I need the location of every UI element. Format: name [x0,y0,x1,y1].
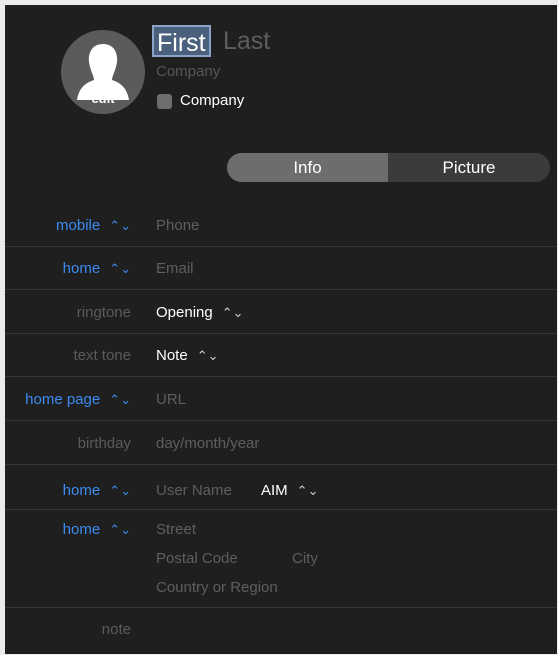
im-service-value: AIM [261,482,288,499]
divider [5,246,557,247]
city-field[interactable]: City [292,550,318,567]
ringtone-popup[interactable]: Opening ⌃⌄ [156,304,244,321]
tab-picture[interactable]: Picture [388,153,550,182]
text-tone-popup[interactable]: Note ⌃⌄ [156,347,218,364]
updown-chevron-icon: ⌃⌄ [109,522,131,537]
first-name-field[interactable]: First [152,25,211,57]
url-label: home page [25,391,101,408]
avatar-edit-label[interactable]: edit [61,91,145,106]
country-field[interactable]: Country or Region [156,579,278,596]
last-name-field[interactable]: Last [223,25,270,57]
avatar[interactable]: edit [61,30,145,114]
postal-code-field[interactable]: Postal Code [156,550,238,567]
ringtone-value: Opening [156,304,213,321]
updown-chevron-icon: ⌃⌄ [109,392,131,407]
email-label: home [62,260,101,277]
text-tone-value: Note [156,347,188,364]
phone-label: mobile [56,217,101,234]
divider [5,464,557,465]
updown-chevron-icon: ⌃⌄ [221,305,244,320]
im-username-field[interactable]: User Name [156,482,232,499]
text-tone-label: text tone [73,347,131,364]
email-field[interactable]: Email [156,260,194,277]
divider [5,333,557,334]
divider [5,509,557,510]
address-label-popup[interactable]: home ⌃⌄ [63,521,131,538]
updown-chevron-icon: ⌃⌄ [109,483,131,498]
company-checkbox-label[interactable]: Company [180,92,244,109]
company-field[interactable]: Company [156,63,220,80]
im-label-popup[interactable]: home ⌃⌄ [63,482,131,499]
phone-label-popup[interactable]: mobile ⌃⌄ [56,217,131,234]
ringtone-label: ringtone [76,304,131,321]
address-label: home [62,521,101,538]
im-service-popup[interactable]: AIM ⌃⌄ [261,482,318,499]
street-field[interactable]: Street [156,521,196,538]
im-label: home [62,482,101,499]
info-picture-segmented-control: Info Picture [227,153,550,182]
divider [5,376,557,377]
birthday-field[interactable]: day/month/year [156,435,259,452]
divider [5,420,557,421]
phone-field[interactable]: Phone [156,217,199,234]
url-field[interactable]: URL [156,391,186,408]
divider [5,289,557,290]
email-label-popup[interactable]: home ⌃⌄ [63,260,131,277]
tab-info[interactable]: Info [227,153,388,182]
divider [5,607,557,608]
updown-chevron-icon: ⌃⌄ [109,218,131,233]
company-checkbox[interactable] [157,94,172,109]
contact-card: edit First Last Company Company Info Pic… [5,5,557,654]
birthday-label: birthday [77,435,131,452]
updown-chevron-icon: ⌃⌄ [109,261,131,276]
updown-chevron-icon: ⌃⌄ [296,483,319,498]
note-label: note [101,621,131,638]
updown-chevron-icon: ⌃⌄ [196,348,219,363]
url-label-popup[interactable]: home page ⌃⌄ [25,391,131,408]
note-field[interactable] [156,615,546,645]
